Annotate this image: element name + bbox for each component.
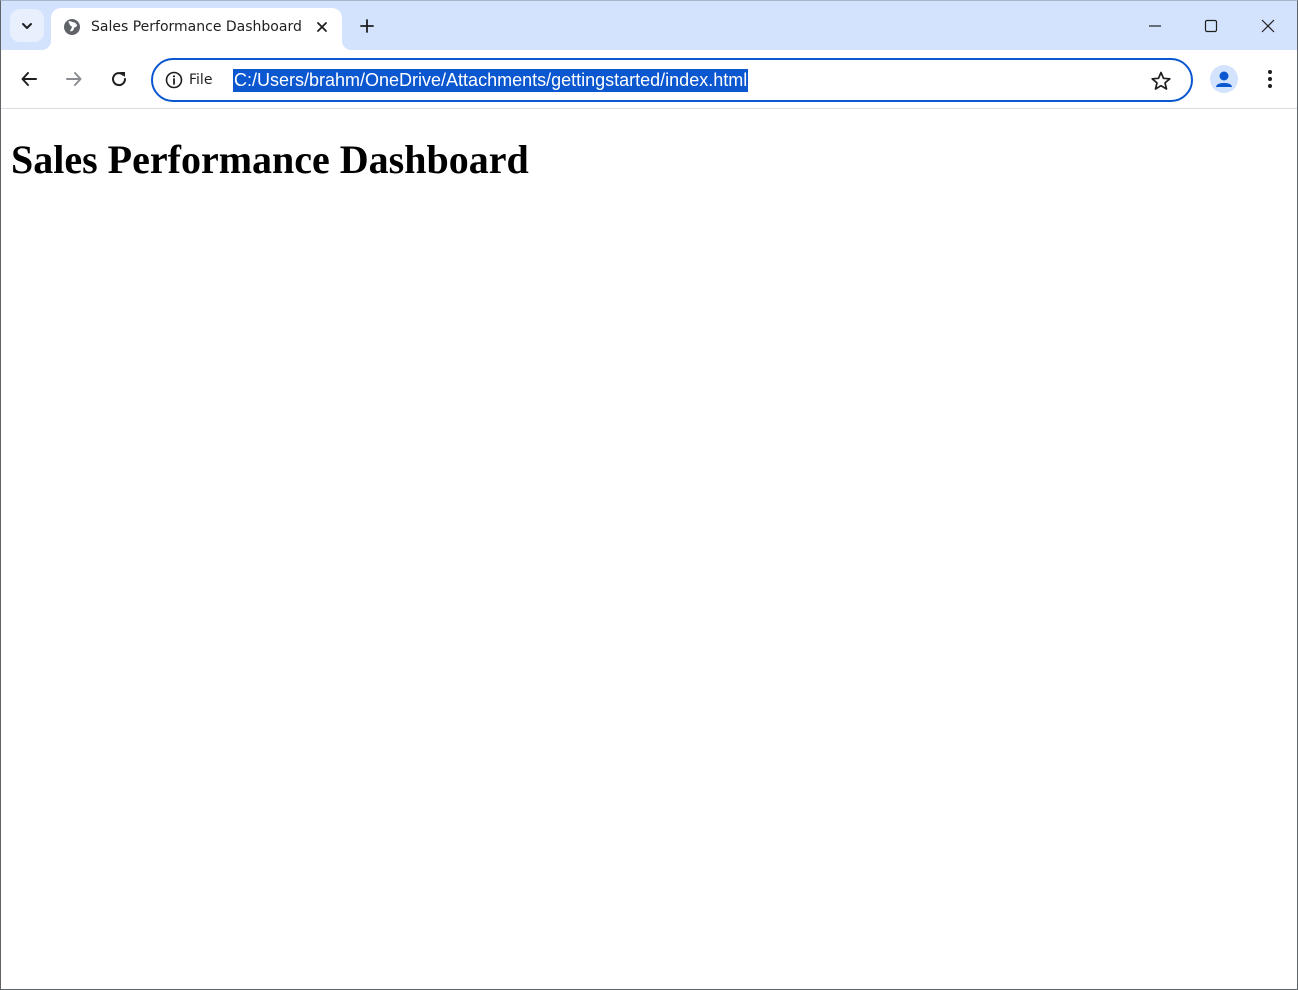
reload-icon xyxy=(112,72,127,87)
kebab-menu-icon xyxy=(1268,70,1272,88)
minimize-icon xyxy=(1149,25,1161,27)
close-window-button[interactable] xyxy=(1248,9,1288,43)
chevron-down-icon xyxy=(22,22,32,29)
maximize-icon xyxy=(1204,19,1218,33)
page-content: Sales Performance Dashboard xyxy=(1,109,1297,989)
globe-icon xyxy=(63,18,81,36)
info-icon xyxy=(165,71,183,89)
plus-icon xyxy=(360,19,374,33)
close-tab-button[interactable] xyxy=(312,17,332,37)
new-tab-button[interactable] xyxy=(353,12,381,40)
browser-toolbar: File C:/Users/brahm/OneDrive/Attachments… xyxy=(1,50,1297,109)
url-text[interactable]: C:/Users/brahm/OneDrive/Attachments/gett… xyxy=(233,69,749,92)
arrow-left-icon xyxy=(21,72,37,86)
star-icon xyxy=(1151,71,1171,90)
person-icon xyxy=(1216,71,1232,87)
site-info-button[interactable]: File xyxy=(165,70,212,90)
bookmark-button[interactable] xyxy=(1149,69,1173,93)
minimize-button[interactable] xyxy=(1135,9,1175,43)
maximize-button[interactable] xyxy=(1191,9,1231,43)
reload-button[interactable] xyxy=(103,63,135,95)
address-bar[interactable]: File C:/Users/brahm/OneDrive/Attachments… xyxy=(151,58,1193,102)
browser-window: Sales Performance Dashboard File C:/User… xyxy=(0,0,1298,990)
forward-button[interactable] xyxy=(58,63,90,95)
back-button[interactable] xyxy=(13,63,45,95)
close-icon xyxy=(317,22,327,32)
profile-button[interactable] xyxy=(1210,65,1238,93)
site-info-label: File xyxy=(189,72,213,88)
tab-strip: Sales Performance Dashboard xyxy=(1,1,1297,50)
tab-search-button[interactable] xyxy=(10,9,44,42)
browser-menu-button[interactable] xyxy=(1256,65,1284,93)
active-tab[interactable]: Sales Performance Dashboard xyxy=(41,8,352,50)
page-title: Sales Performance Dashboard xyxy=(11,137,529,182)
tab-title: Sales Performance Dashboard xyxy=(91,19,302,35)
arrow-right-icon xyxy=(66,72,82,86)
close-icon xyxy=(1261,19,1275,33)
